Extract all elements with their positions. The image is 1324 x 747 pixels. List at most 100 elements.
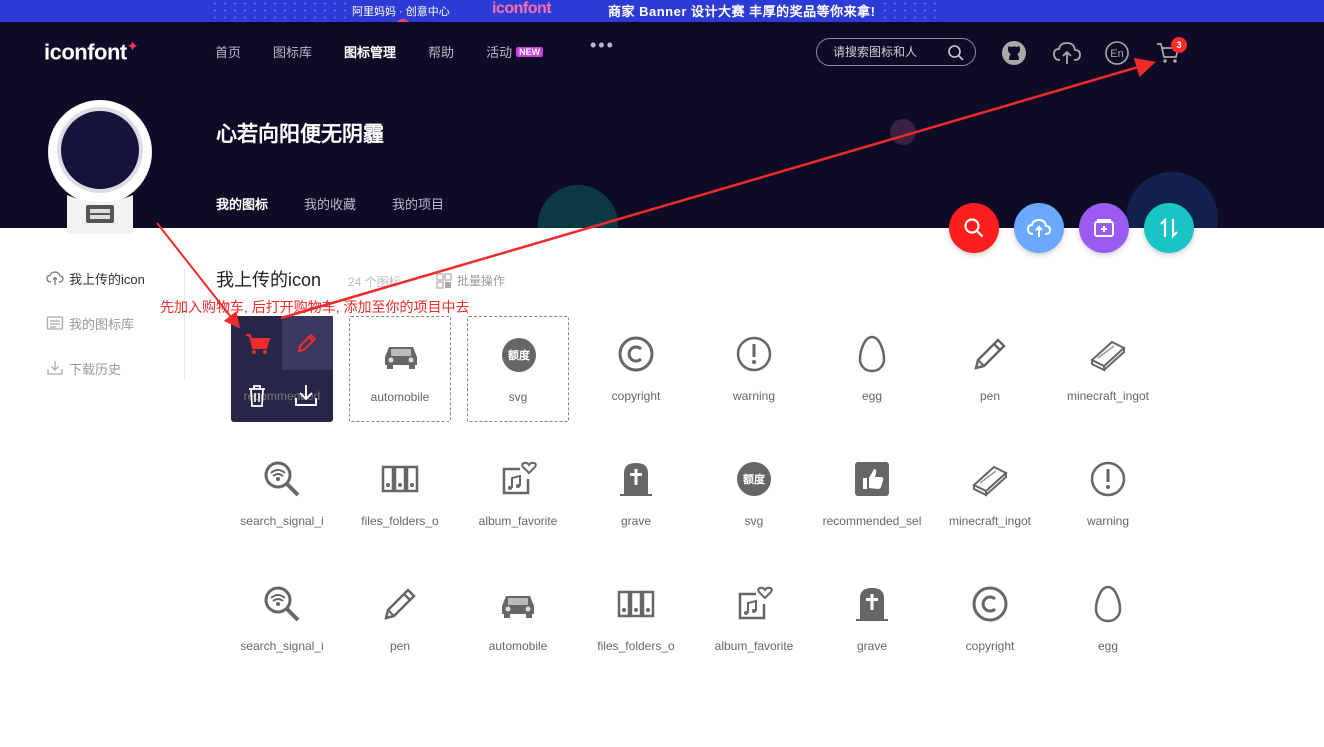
search-input[interactable] bbox=[833, 44, 943, 60]
more-menu-button[interactable]: ••• bbox=[590, 35, 615, 56]
sidebar-item-download-history[interactable]: 下载历史 bbox=[46, 358, 184, 378]
album-favorite-icon bbox=[498, 459, 538, 499]
decor-circle bbox=[538, 185, 618, 228]
files-folders-o-icon bbox=[380, 459, 420, 499]
icon-card[interactable]: grave bbox=[821, 566, 923, 672]
sort-icon bbox=[1160, 217, 1178, 239]
icon-card[interactable]: egg bbox=[821, 316, 923, 422]
icon-name: copyright bbox=[965, 639, 1015, 653]
search-box[interactable] bbox=[816, 38, 976, 66]
iconfont-logo[interactable]: iconfont✦ bbox=[44, 38, 139, 65]
icon-count: 24 个图标 bbox=[348, 275, 401, 289]
minecraft-ingot-icon bbox=[1088, 334, 1128, 374]
icon-card[interactable]: copyright bbox=[939, 566, 1041, 672]
files-folders-o-icon bbox=[616, 584, 656, 624]
icon-card[interactable]: search_signal_i bbox=[231, 566, 333, 672]
pen-icon bbox=[380, 584, 420, 624]
tab-my-icons[interactable]: 我的图标 bbox=[216, 194, 268, 228]
nav-help[interactable]: 帮助 bbox=[428, 42, 454, 61]
icon-card[interactable]: pen bbox=[939, 316, 1041, 422]
tab-my-projects[interactable]: 我的项目 bbox=[392, 194, 444, 228]
icon-name: files_folders_o bbox=[361, 514, 439, 528]
cart-count-badge: 3 bbox=[1171, 37, 1187, 53]
fab-upload-button[interactable] bbox=[1014, 203, 1064, 253]
svg-text:En: En bbox=[1110, 48, 1123, 60]
icon-card[interactable]: minecraft_ingot bbox=[1057, 316, 1159, 422]
decor-circle bbox=[890, 119, 916, 145]
egg-icon bbox=[1088, 584, 1128, 624]
nav-home[interactable]: 首页 bbox=[215, 42, 241, 61]
search-icon[interactable] bbox=[947, 44, 965, 62]
icon-card[interactable]: egg bbox=[1057, 566, 1159, 672]
icon-name: svg bbox=[508, 390, 528, 404]
download-button[interactable] bbox=[293, 383, 319, 409]
promo-banner[interactable]: 阿里妈妈 · 创意中心 iconfont 商家 Banner 设计大赛 丰厚的奖… bbox=[0, 0, 1324, 22]
sidebar-item-uploaded[interactable]: 我上传的icon bbox=[46, 268, 184, 288]
icon-card[interactable]: recommended_sel bbox=[821, 441, 923, 547]
github-icon[interactable] bbox=[1001, 40, 1027, 66]
library-icon bbox=[46, 316, 64, 330]
icon-card[interactable]: automobile bbox=[467, 566, 569, 672]
nav-icon-management[interactable]: 图标管理 bbox=[344, 42, 396, 61]
add-project-icon bbox=[1094, 219, 1114, 237]
icon-card[interactable]: files_folders_o bbox=[585, 566, 687, 672]
nav-icon-library[interactable]: 图标库 bbox=[273, 42, 312, 61]
icon-name: search_signal_i bbox=[240, 639, 324, 653]
download-icon bbox=[47, 361, 63, 375]
icon-card[interactable]: warning bbox=[703, 316, 805, 422]
upload-cloud-icon[interactable] bbox=[1052, 40, 1082, 66]
fab-new-project-button[interactable] bbox=[1079, 203, 1129, 253]
icon-name: pen bbox=[389, 639, 411, 653]
icon-name: egg bbox=[861, 389, 883, 403]
batch-icon bbox=[436, 272, 452, 289]
icon-card[interactable]: album_favorite bbox=[703, 566, 805, 672]
icon-name: recommended_sel bbox=[822, 514, 922, 528]
icon-name: automobile bbox=[488, 639, 548, 653]
warning-icon bbox=[1088, 459, 1128, 499]
icon-card[interactable]: 额度 svg bbox=[467, 316, 569, 422]
nav-activity[interactable]: 活动 NEW bbox=[486, 42, 544, 61]
icon-card[interactable]: warning bbox=[1057, 441, 1159, 547]
grave-icon bbox=[616, 459, 656, 499]
icon-card[interactable]: album_favorite bbox=[467, 441, 569, 547]
icon-name: warning bbox=[732, 389, 776, 403]
icon-card[interactable]: 额度 svg bbox=[703, 441, 805, 547]
tab-my-favorites[interactable]: 我的收藏 bbox=[304, 194, 356, 228]
icon-name: automobile bbox=[370, 390, 430, 404]
section-title: 我上传的icon bbox=[216, 270, 322, 290]
pen-icon bbox=[970, 334, 1010, 374]
main-nav: 首页 图标库 图标管理 帮助 活动 NEW bbox=[215, 42, 575, 61]
sidebar-item-label: 我上传的icon bbox=[69, 271, 145, 287]
delete-trash-button[interactable] bbox=[244, 383, 270, 409]
promo-brand: 阿里妈妈 · 创意中心 bbox=[352, 3, 450, 22]
icon-name: minecraft_ingot bbox=[1066, 389, 1150, 403]
icon-card[interactable]: minecraft_ingot bbox=[939, 441, 1041, 547]
fab-sort-button[interactable] bbox=[1144, 203, 1194, 253]
icon-name: album_favorite bbox=[478, 514, 558, 528]
icon-card[interactable]: automobile bbox=[349, 316, 451, 422]
icon-card[interactable]: grave bbox=[585, 441, 687, 547]
promo-slogan: 商家 Banner 设计大赛 丰厚的奖品等你来拿! bbox=[608, 4, 876, 19]
batch-operation-button[interactable]: 批量操作 bbox=[436, 272, 505, 289]
batch-operation-label: 批量操作 bbox=[457, 274, 506, 288]
icon-card[interactable]: search_signal_i bbox=[231, 441, 333, 547]
icon-name: search_signal_i bbox=[240, 514, 324, 528]
warning-icon bbox=[734, 334, 774, 374]
language-en-icon[interactable]: En bbox=[1104, 40, 1130, 66]
avatar[interactable] bbox=[47, 99, 153, 234]
sidebar-item-label: 我的图标库 bbox=[69, 316, 135, 332]
grave-icon bbox=[852, 584, 892, 624]
icon-card[interactable]: files_folders_o bbox=[349, 441, 451, 547]
header: iconfont✦ 首页 图标库 图标管理 帮助 活动NEW ••• En 3 … bbox=[0, 22, 1324, 228]
fab-search-button[interactable] bbox=[949, 203, 999, 253]
automobile-icon bbox=[498, 584, 538, 624]
minecraft-ingot-icon bbox=[970, 459, 1010, 499]
icon-name: grave bbox=[856, 639, 888, 653]
egg-icon bbox=[852, 334, 892, 374]
icon-card[interactable]: copyright bbox=[585, 316, 687, 422]
edit-pencil-button[interactable] bbox=[294, 330, 320, 356]
upload-cloud-icon bbox=[46, 271, 64, 285]
icon-name: copyright bbox=[611, 389, 661, 403]
add-to-cart-button[interactable] bbox=[245, 330, 271, 356]
icon-card[interactable]: pen bbox=[349, 566, 451, 672]
